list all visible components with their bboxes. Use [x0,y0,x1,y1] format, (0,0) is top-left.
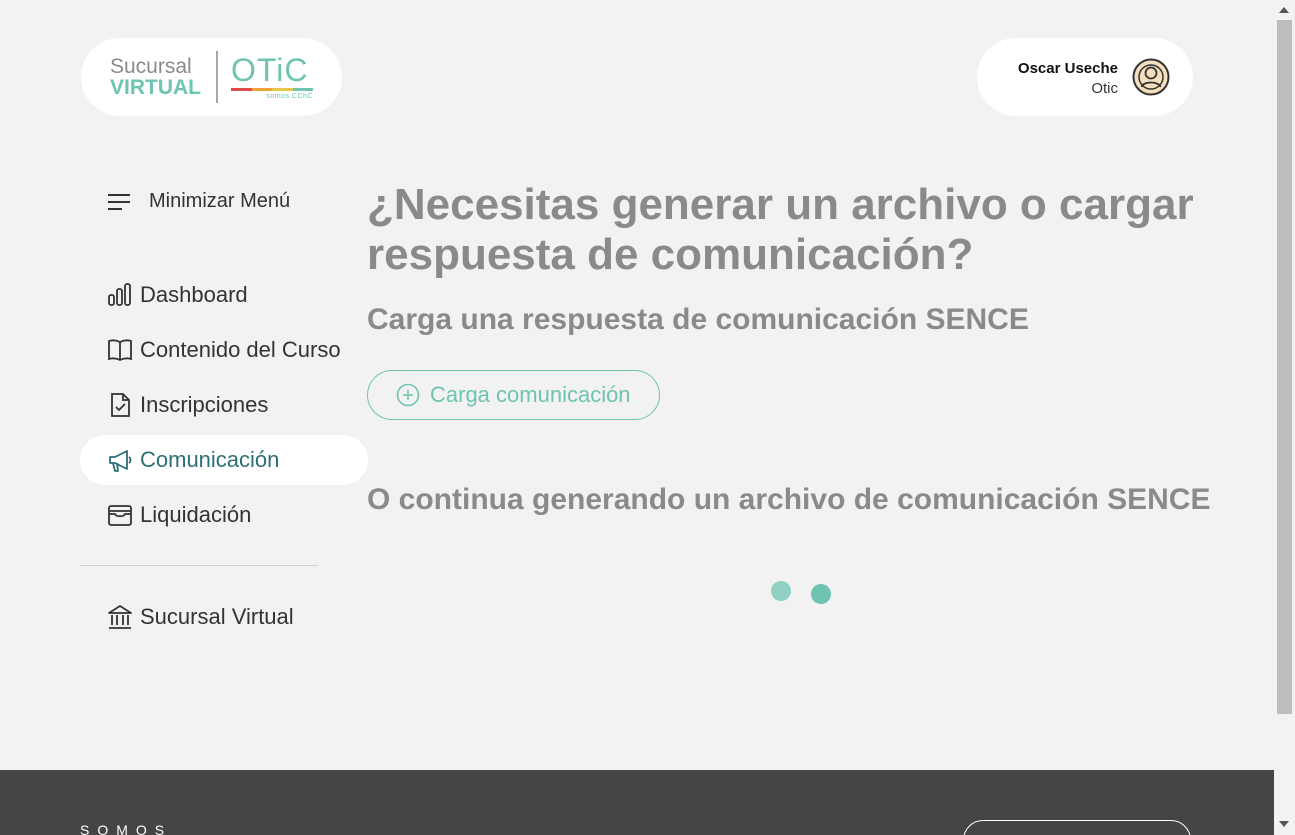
sidebar-item-label: Comunicación [140,447,280,472]
footer-somos-text: SOMOS [80,822,173,835]
footer: SOMOS [0,770,1274,835]
sidebar-item-dashboard[interactable]: Dashboard [80,270,368,320]
sidebar-item-contenido-del-curso[interactable]: Contenido del Curso [80,325,368,375]
generate-heading: O continua generando un archivo de comun… [367,483,1211,516]
logo-sucursal-virtual: Sucursal VIRTUAL [110,56,201,98]
upload-button-label: Carga comunicación [430,382,631,407]
plus-circle-icon [396,383,420,407]
sidebar-item-label: Sucursal Virtual [140,604,294,629]
otic-logo: OTiC somos CChC [231,52,315,102]
loading-dot [811,584,831,604]
logo-pill[interactable]: Sucursal VIRTUAL OTiC somos CChC [81,38,342,116]
scroll-thumb[interactable] [1277,20,1292,714]
wallet-icon [107,502,133,528]
megaphone-icon [107,447,133,473]
otic-logo-bar [231,88,313,91]
logo-sucursal-text: Sucursal [110,55,192,78]
bar-chart-icon [107,282,133,308]
user-role: Otic [1091,80,1118,97]
page-title: ¿Necesitas generar un archivo o cargar r… [367,180,1194,279]
sidebar-item-comunicacion[interactable]: Comunicación [80,435,368,485]
otic-logo-tagline: somos CChC [266,93,313,100]
footer-button[interactable] [963,820,1191,835]
scroll-down-arrow-icon[interactable] [1279,821,1289,827]
otic-logo-text: OTiC [231,52,309,88]
user-menu[interactable]: Oscar Useche Otic [977,38,1193,116]
sidebar-item-sucursal-virtual[interactable]: Sucursal Virtual [80,592,368,642]
user-circle-icon[interactable] [1132,58,1170,96]
user-name: Oscar Useche [1017,60,1118,77]
sidebar-item-liquidacion[interactable]: Liquidación [80,490,368,540]
document-check-icon [107,392,133,418]
logo-virtual-text: VIRTUAL [110,76,201,99]
loading-dot [771,581,791,601]
upload-heading: Carga una respuesta de comunicación SENC… [367,303,1029,336]
bank-icon [107,604,133,630]
sidebar-item-label: Liquidación [140,502,252,527]
sidebar-divider [80,565,318,566]
upload-communication-button[interactable]: Carga comunicación [367,370,660,420]
sidebar-item-label: Dashboard [140,282,248,307]
scroll-up-arrow-icon[interactable] [1279,7,1289,13]
minimize-menu-toggle[interactable]: Minimizar Menú [107,190,290,213]
book-icon [107,337,133,363]
hamburger-icon [108,193,130,210]
sidebar-item-label: Contenido del Curso [140,337,341,362]
sidebar-item-label: Inscripciones [140,392,269,417]
minimize-menu-label: Minimizar Menú [149,190,291,212]
scrollbar[interactable] [1274,0,1295,835]
logo-divider [216,51,218,103]
sidebar-item-inscripciones[interactable]: Inscripciones [80,380,368,430]
